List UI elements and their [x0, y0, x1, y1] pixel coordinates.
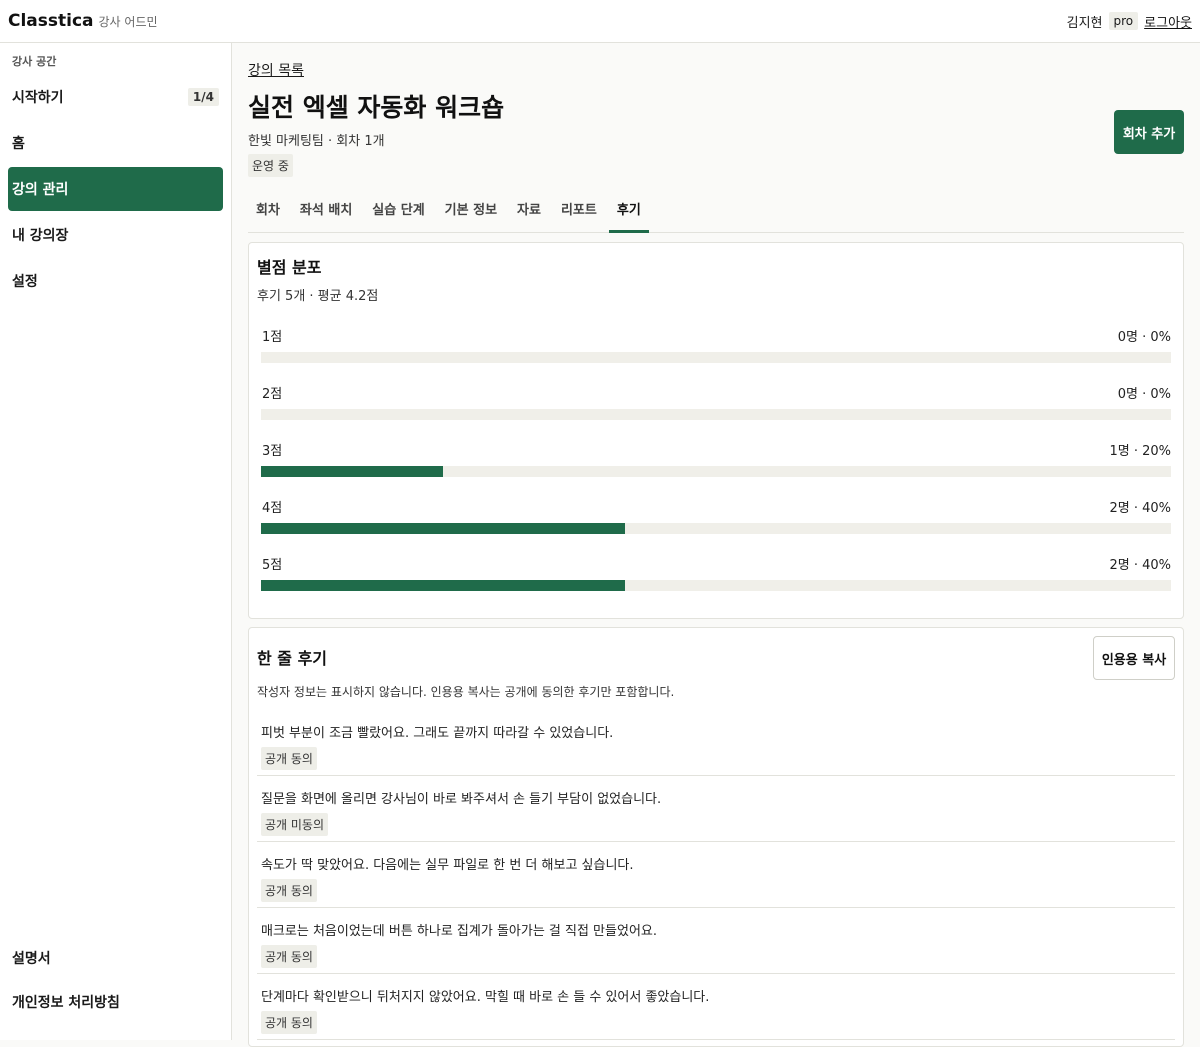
rating-row: 3점 1명 · 20%	[261, 440, 1171, 490]
sidebar: 강사 공간 시작하기 1/4 홈 강의 관리 내 강의장 설정 설명서 개인정보…	[0, 43, 232, 1040]
rating-label: 3점	[262, 444, 283, 459]
sidebar-item-home[interactable]: 홈	[8, 121, 223, 165]
consent-badge: 공개 동의	[261, 1011, 317, 1034]
consent-badge: 공개 미동의	[261, 813, 329, 836]
brand[interactable]: Classtica 강사 어드민	[8, 11, 158, 31]
reviews-card: 한 줄 후기 인용용 복사 작성자 정보는 표시하지 않습니다. 인용용 복사는…	[248, 627, 1184, 1047]
review-text: 매크로는 처음이었는데 버튼 하나로 집계가 돌아가는 걸 직접 만들었어요.	[261, 924, 657, 939]
card-title: 한 줄 후기	[257, 649, 328, 668]
review-item: 매크로는 처음이었는데 버튼 하나로 집계가 돌아가는 걸 직접 만들었어요. …	[257, 908, 1175, 974]
review-item: 질문을 화면에 올리면 강사님이 바로 봐주셔서 손 들기 부담이 없었습니다.…	[257, 776, 1175, 842]
tab-seating[interactable]: 좌석 배치	[292, 186, 360, 233]
rating-bar-track	[261, 523, 1171, 534]
sidebar-item-course-management[interactable]: 강의 관리	[8, 167, 223, 211]
tab-sessions[interactable]: 회차	[248, 186, 288, 233]
progress-count-badge: 1/4	[187, 88, 219, 106]
rating-bar-fill	[261, 466, 443, 477]
rating-bar-track	[261, 580, 1171, 591]
sidebar-item-label: 설정	[12, 274, 38, 290]
review-item: 속도가 딱 맞았어요. 다음에는 실무 파일로 한 번 더 해보고 싶습니다. …	[257, 842, 1175, 908]
review-list: 피벗 부분이 조금 빨랐어요. 그래도 끝까지 따라갈 수 있었습니다. 공개 …	[257, 710, 1175, 1040]
review-text: 질문을 화면에 올리면 강사님이 바로 봐주셔서 손 들기 부담이 없었습니다.	[261, 792, 662, 807]
tab-practice-steps[interactable]: 실습 단계	[364, 186, 432, 233]
sidebar-item-manual[interactable]: 설명서	[8, 936, 223, 980]
review-text: 단계마다 확인받으니 뒤처지지 않았어요. 막힐 때 바로 손 들 수 있어서 …	[261, 990, 710, 1005]
sidebar-section-label: 강사 공간	[12, 55, 57, 68]
consent-badge: 공개 동의	[261, 747, 317, 770]
rating-label: 4점	[262, 501, 283, 516]
rating-value: 1명 · 20%	[1109, 444, 1171, 459]
rating-row: 1점 0명 · 0%	[261, 326, 1171, 376]
sidebar-item-privacy-policy[interactable]: 개인정보 처리방침	[8, 980, 223, 1024]
tab-reviews[interactable]: 후기	[608, 186, 649, 233]
rating-label: 5점	[262, 558, 283, 573]
rating-value: 2명 · 40%	[1109, 558, 1171, 573]
tab-report[interactable]: 리포트	[553, 186, 605, 233]
rating-summary: 후기 5개 · 평균 4.2점	[257, 289, 379, 304]
rating-row: 5점 2명 · 40%	[261, 554, 1171, 604]
rating-value: 0명 · 0%	[1117, 330, 1171, 345]
brand-subtitle: 강사 어드민	[98, 15, 158, 29]
review-text: 피벗 부분이 조금 빨랐어요. 그래도 끝까지 따라갈 수 있었습니다.	[261, 726, 614, 741]
review-item: 피벗 부분이 조금 빨랐어요. 그래도 끝까지 따라갈 수 있었습니다. 공개 …	[257, 710, 1175, 776]
rating-bar-track	[261, 352, 1171, 363]
card-title: 별점 분포	[257, 258, 322, 277]
rating-distribution-card: 별점 분포 후기 5개 · 평균 4.2점 1점 0명 · 0% 2점 0명 ·…	[248, 242, 1184, 619]
consent-badge: 공개 동의	[261, 945, 317, 968]
brand-name[interactable]: Classtica	[8, 11, 94, 31]
sidebar-item-label: 내 강의장	[12, 228, 69, 244]
review-item: 단계마다 확인받으니 뒤처지지 않았어요. 막힐 때 바로 손 들 수 있어서 …	[257, 974, 1175, 1040]
sidebar-item-label: 강의 관리	[12, 182, 69, 198]
rating-value: 0명 · 0%	[1117, 387, 1171, 402]
rating-bar-track	[261, 409, 1171, 420]
logout-link[interactable]: 로그아웃	[1144, 12, 1192, 31]
rating-bar-fill	[261, 580, 625, 591]
tab-materials[interactable]: 자료	[509, 186, 549, 233]
user-name: 김지현	[1066, 15, 1103, 31]
user-area: 김지현 pro 로그아웃	[1067, 12, 1192, 31]
add-session-button[interactable]: 회차 추가	[1114, 110, 1184, 154]
breadcrumb-course-list[interactable]: 강의 목록	[248, 60, 304, 80]
consent-badge: 공개 동의	[261, 879, 317, 902]
tab-basic-info[interactable]: 기본 정보	[437, 186, 505, 233]
sidebar-item-label: 개인정보 처리방침	[12, 995, 120, 1011]
top-bar: Classtica 강사 어드민 김지현 pro 로그아웃	[0, 0, 1200, 43]
sidebar-item-label: 시작하기	[12, 90, 64, 106]
sidebar-item-label: 설명서	[12, 951, 51, 967]
plan-badge: pro	[1108, 12, 1139, 30]
sidebar-item-my-classroom[interactable]: 내 강의장	[8, 213, 223, 257]
course-meta: 한빛 마케팅팀 · 회차 1개	[248, 134, 385, 149]
rating-label: 1점	[262, 330, 283, 345]
sidebar-item-getting-started[interactable]: 시작하기 1/4	[8, 75, 223, 119]
rating-bar-track	[261, 466, 1171, 477]
tab-bar: 회차 좌석 배치 실습 단계 기본 정보 자료 리포트 후기	[248, 186, 1184, 233]
copy-quotes-button[interactable]: 인용용 복사	[1093, 636, 1175, 680]
main-content: 강의 목록 실전 엑셀 자동화 워크숍 한빛 마케팅팀 · 회차 1개 운영 중…	[232, 43, 1200, 1047]
rating-value: 2명 · 40%	[1109, 501, 1171, 516]
rating-row: 2점 0명 · 0%	[261, 383, 1171, 433]
rating-bar-fill	[261, 523, 625, 534]
rating-row: 4점 2명 · 40%	[261, 497, 1171, 547]
page-title: 실전 엑셀 자동화 워크숍	[248, 93, 505, 122]
review-text: 속도가 딱 맞았어요. 다음에는 실무 파일로 한 번 더 해보고 싶습니다.	[261, 858, 634, 873]
review-note: 작성자 정보는 표시하지 않습니다. 인용용 복사는 공개에 동의한 후기만 포…	[257, 685, 675, 699]
rating-label: 2점	[262, 387, 283, 402]
status-badge: 운영 중	[248, 154, 293, 177]
sidebar-item-label: 홈	[12, 136, 25, 152]
sidebar-item-settings[interactable]: 설정	[8, 259, 223, 303]
